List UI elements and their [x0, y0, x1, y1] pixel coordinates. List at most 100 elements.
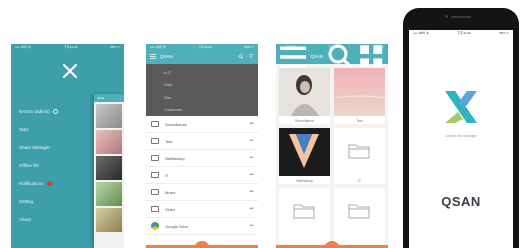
notification-dot-icon — [46, 180, 52, 186]
status-bar: ••••• 中华 令 下午12:29 55% ▭ — [409, 30, 513, 36]
list-item[interactable]: Google Drive ••• — [146, 218, 258, 235]
file-name: Google Drive — [165, 223, 189, 229]
thumbnail-grid: Surveillance Test NetBackup IT — [279, 68, 385, 244]
peek-thumb — [96, 130, 122, 154]
folder-icon — [293, 204, 315, 219]
front-camera — [445, 15, 448, 18]
list-item[interactable]: Music ••• — [146, 184, 258, 201]
file-name: Test — [165, 138, 173, 144]
status-time: 下午12:29 — [63, 45, 78, 49]
item-caption: Surveillance — [294, 119, 315, 123]
folder-icon — [151, 121, 159, 127]
screen-title: QSAN — [310, 54, 324, 59]
grid-item[interactable]: Test — [334, 68, 385, 124]
list-item[interactable]: Surveillance ••• — [146, 116, 258, 133]
sort-option-size[interactable]: Size — [146, 91, 258, 104]
qsan-x-logo-icon — [63, 64, 77, 78]
sort-icon[interactable] — [248, 54, 254, 59]
google-drive-icon — [151, 222, 159, 230]
underlying-screen-peek[interactable]: QFile — [94, 94, 124, 248]
app-bar: ••••• 中华 令 下午12:29 55% ▭ QSAN — [146, 44, 258, 64]
status-battery: 55% ▭ — [244, 45, 254, 49]
grid-view-icon[interactable] — [358, 44, 384, 70]
status-carrier: ••••• 中华 令 — [150, 45, 166, 49]
add-button[interactable] — [194, 241, 210, 248]
folder-icon — [151, 155, 159, 161]
status-bar: ••••• 中华 令 下午12:29 55% ▭ — [11, 44, 124, 50]
menu-item-label: NAS01 (admin) — [19, 108, 50, 114]
peek-thumb — [96, 208, 122, 232]
search-icon[interactable] — [238, 54, 244, 59]
grid-item[interactable]: Surveillance — [279, 68, 330, 124]
more-icon[interactable]: ••• — [249, 189, 253, 195]
sort-option-date[interactable]: Date — [146, 79, 258, 92]
sort-option-customize[interactable]: Customize — [146, 104, 258, 117]
file-name: Music — [165, 189, 176, 195]
list-item[interactable]: Test ••• — [146, 133, 258, 150]
menu-item-share-manager[interactable]: Share Manager — [19, 138, 79, 156]
menu-icon[interactable] — [150, 54, 156, 59]
sort-dropdown: A-Z Date Size Customize — [146, 64, 258, 116]
sort-option-az[interactable]: A-Z — [146, 66, 258, 79]
status-time: 下午12:29 — [457, 31, 471, 35]
menu-item-label: Offline file — [19, 162, 39, 168]
side-menu: NAS01 (admin) Tabs Share Manager Offline… — [19, 102, 79, 228]
menu-item-nas[interactable]: NAS01 (admin) — [19, 102, 79, 120]
folder-icon — [151, 172, 159, 178]
folder-icon — [151, 206, 159, 212]
file-name: NetBackup — [165, 155, 185, 161]
folder-icon — [151, 138, 159, 144]
menu-screen: ••••• 中华 令 下午12:29 55% ▭ NAS01 (admin) T… — [11, 44, 124, 248]
app-bar: ••••• 中华 令 下午12:29 55% ▭ QSAN — [276, 44, 388, 70]
grid-item[interactable] — [279, 188, 330, 244]
phone-device: ••••• 中华 令 下午12:29 55% ▭ Access file man… — [403, 8, 519, 248]
folder-icon — [151, 189, 159, 195]
status-carrier: ••••• 中华 令 — [413, 31, 429, 35]
menu-icon[interactable] — [280, 45, 307, 68]
brand-wordmark: QSAN — [441, 194, 481, 209]
more-icon[interactable]: ••• — [249, 223, 253, 229]
more-icon[interactable]: ••• — [249, 172, 253, 178]
list-screen: ••••• 中华 令 下午12:29 55% ▭ QSAN A-Z Date S… — [146, 44, 258, 248]
menu-item-label: Notifications — [19, 180, 44, 186]
status-ring-icon — [52, 108, 58, 114]
item-caption: Test — [356, 119, 363, 123]
list-item[interactable]: NetBackup ••• — [146, 150, 258, 167]
more-icon[interactable]: ••• — [249, 206, 253, 212]
menu-item-about[interactable]: About — [19, 210, 79, 228]
photo-thumbnail — [279, 128, 330, 176]
menu-item-tabs[interactable]: Tabs — [19, 120, 79, 138]
more-icon[interactable]: ••• — [249, 155, 253, 161]
splash-slogan: Access file manager — [445, 134, 477, 138]
file-name: Surveillance — [165, 121, 187, 127]
screen-title: QSAN — [160, 54, 173, 59]
peek-thumb — [96, 182, 122, 206]
menu-item-offline-file[interactable]: Offline file — [19, 156, 79, 174]
qsan-x-logo-icon — [445, 91, 477, 123]
status-carrier: ••••• 中华 令 — [15, 45, 31, 49]
status-battery: 55% ▭ — [499, 31, 509, 35]
more-icon[interactable]: ••• — [249, 121, 253, 127]
menu-item-label: Setting — [19, 198, 34, 204]
list-item[interactable]: IT ••• — [146, 167, 258, 184]
splash-screen: ••••• 中华 令 下午12:29 55% ▭ Access file man… — [409, 30, 513, 248]
menu-item-setting[interactable]: Setting — [19, 192, 79, 210]
grid-item[interactable]: IT — [334, 128, 385, 184]
more-icon[interactable]: ••• — [249, 138, 253, 144]
search-icon[interactable] — [327, 44, 353, 70]
file-name: IT — [165, 172, 169, 178]
status-battery: 55% ▭ — [110, 45, 120, 49]
menu-item-notifications[interactable]: Notifications — [19, 174, 79, 192]
item-caption: IT — [357, 179, 362, 183]
grid-item[interactable]: NetBackup — [279, 128, 330, 184]
item-caption: NetBackup — [295, 179, 314, 183]
menu-item-label: About — [19, 216, 31, 222]
file-name: Video — [165, 206, 176, 212]
grid-item[interactable] — [334, 188, 385, 244]
list-item[interactable]: Video ••• — [146, 201, 258, 218]
peek-thumb — [96, 104, 122, 128]
photo-thumbnail — [334, 68, 385, 116]
peek-thumb — [96, 156, 122, 180]
grid-screen: ••••• 中华 令 下午12:29 55% ▭ QSAN — [276, 44, 388, 248]
menu-item-label: Share Manager — [19, 144, 51, 150]
